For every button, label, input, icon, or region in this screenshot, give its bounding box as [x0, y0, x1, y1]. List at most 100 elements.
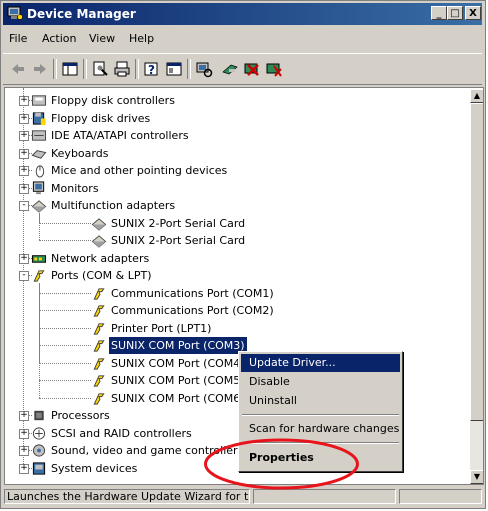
toolbar-separator [53, 59, 57, 79]
tree-category-row[interactable]: + Network adapters [5, 250, 465, 267]
tree-category-row[interactable]: + Monitors [5, 180, 465, 197]
processor-icon [31, 408, 47, 423]
tree-item-label-selected: SUNIX COM Port (COM3) [109, 337, 247, 354]
expand-icon[interactable]: + [19, 113, 29, 124]
properties-icon[interactable] [91, 60, 109, 78]
scroll-thumb[interactable] [470, 103, 483, 421]
multifunction-adapter-icon [91, 216, 107, 231]
disable-icon[interactable] [265, 60, 283, 78]
port-icon [91, 391, 107, 406]
port-icon [91, 303, 107, 318]
tree-category-row[interactable]: + IDE ATA/ATAPI controllers [5, 127, 465, 144]
monitor-icon [31, 180, 47, 196]
floppy-controller-icon [31, 93, 47, 108]
tree-item-label: Ports (COM & LPT) [51, 269, 152, 282]
expand-icon[interactable]: + [19, 463, 29, 474]
system-device-icon [31, 461, 47, 476]
port-icon [91, 338, 107, 353]
scsi-controller-icon [31, 426, 47, 441]
toolbar-separator [83, 59, 87, 79]
uninstall-icon[interactable] [243, 60, 261, 78]
print-icon[interactable] [113, 60, 131, 78]
tree-category-row[interactable]: + Keyboards [5, 145, 465, 162]
floppy-drive-icon [31, 111, 47, 126]
tree-device-row[interactable]: SUNIX 2-Port Serial Card [5, 215, 465, 232]
expand-icon[interactable]: + [19, 148, 29, 159]
sound-icon [31, 443, 47, 458]
menu-item-scan-hardware[interactable]: Scan for hardware changes [241, 420, 400, 438]
multifunction-adapter-icon [91, 233, 107, 248]
menu-file[interactable]: File [9, 32, 27, 45]
tree-item-label: Floppy disk controllers [51, 94, 175, 107]
close-button[interactable]: X [465, 6, 481, 20]
tree-device-row[interactable]: SUNIX 2-Port Serial Card [5, 232, 465, 249]
port-icon [91, 321, 107, 336]
tree-item-label: IDE ATA/ATAPI controllers [51, 129, 189, 142]
show-hide-tree-icon[interactable] [61, 60, 79, 78]
tree-item-label: Network adapters [51, 251, 150, 265]
tree-item-label: SCSI and RAID controllers [51, 426, 192, 440]
minimize-button[interactable]: _ [431, 6, 447, 20]
multifunction-adapter-icon [31, 198, 47, 213]
toolbar: ? [3, 53, 482, 85]
collapse-icon[interactable]: - [19, 271, 29, 281]
tree-item-label: Monitors [51, 181, 99, 195]
window-title: Device Manager [27, 7, 136, 21]
tree-device-row[interactable]: Communications Port (COM2) [5, 302, 465, 319]
tree-category-row[interactable]: - Multifunction adapters [5, 197, 465, 214]
tree-item-label: SUNIX 2-Port Serial Card [111, 216, 246, 230]
menu-view[interactable]: View [89, 32, 115, 45]
title-bar[interactable]: Device Manager _ □ X [3, 3, 482, 25]
expand-icon[interactable]: + [19, 253, 29, 264]
tree-device-row[interactable]: Printer Port (LPT1) [5, 320, 465, 337]
menu-help[interactable]: Help [129, 32, 154, 45]
tree-category-row[interactable]: + Floppy disk drives [5, 110, 465, 127]
tree-item-label: Communications Port (COM1) [111, 286, 274, 300]
expand-icon[interactable]: + [19, 183, 29, 194]
tree-item-label: Communications Port (COM2) [111, 304, 274, 317]
mouse-icon [31, 163, 47, 178]
tree-category-row[interactable]: + Mice and other pointing devices [5, 162, 465, 179]
expand-icon[interactable]: + [19, 428, 29, 439]
expand-icon[interactable]: + [19, 131, 29, 141]
tree-item-label: Keyboards [51, 146, 109, 160]
tree-item-label: Processors [51, 409, 110, 422]
port-icon [31, 268, 47, 283]
toolbar-separator [135, 59, 139, 79]
status-text: Launches the Hardware Update Wizard for … [4, 489, 250, 504]
scroll-down-button[interactable]: ▼ [470, 470, 483, 484]
tree-item-label: Printer Port (LPT1) [111, 321, 212, 335]
menu-item-update-driver[interactable]: Update Driver... [241, 354, 400, 372]
expand-icon[interactable]: + [19, 411, 29, 421]
expand-icon[interactable]: + [19, 166, 29, 176]
collapse-icon[interactable]: - [19, 201, 29, 211]
tree-device-row[interactable]: Communications Port (COM1) [5, 285, 465, 302]
update-driver-icon[interactable] [221, 60, 239, 78]
keyboard-icon [31, 146, 47, 161]
port-icon [91, 373, 107, 388]
tree-item-label: Mice and other pointing devices [51, 164, 228, 177]
menu-action[interactable]: Action [42, 32, 76, 45]
ide-controller-icon [31, 128, 47, 143]
maximize-button[interactable]: □ [447, 6, 463, 20]
vertical-scrollbar[interactable]: ▲ ▼ [470, 89, 483, 484]
show-view-icon[interactable] [165, 60, 183, 78]
forward-arrow-icon[interactable] [31, 60, 49, 78]
back-arrow-icon[interactable] [9, 60, 27, 78]
tree-item-label: SUNIX COM Port (COM4) [111, 356, 245, 370]
menu-item-uninstall[interactable]: Uninstall [241, 392, 400, 410]
expand-icon[interactable]: + [19, 446, 29, 456]
tree-category-row[interactable]: - Ports (COM & LPT) [5, 267, 465, 284]
scan-hardware-icon[interactable] [195, 60, 213, 78]
help-icon[interactable]: ? [143, 60, 161, 78]
tree-item-label: System devices [51, 461, 138, 475]
menu-separator [242, 414, 399, 416]
tree-item-label: SUNIX COM Port (COM6) [111, 391, 245, 405]
scroll-up-button[interactable]: ▲ [470, 89, 483, 103]
device-manager-icon [7, 6, 23, 20]
tree-category-row[interactable]: + Floppy disk controllers [5, 92, 465, 109]
status-panel-2 [253, 489, 396, 504]
menu-item-disable[interactable]: Disable [241, 373, 400, 391]
expand-icon[interactable]: + [19, 96, 29, 106]
port-icon [91, 356, 107, 371]
